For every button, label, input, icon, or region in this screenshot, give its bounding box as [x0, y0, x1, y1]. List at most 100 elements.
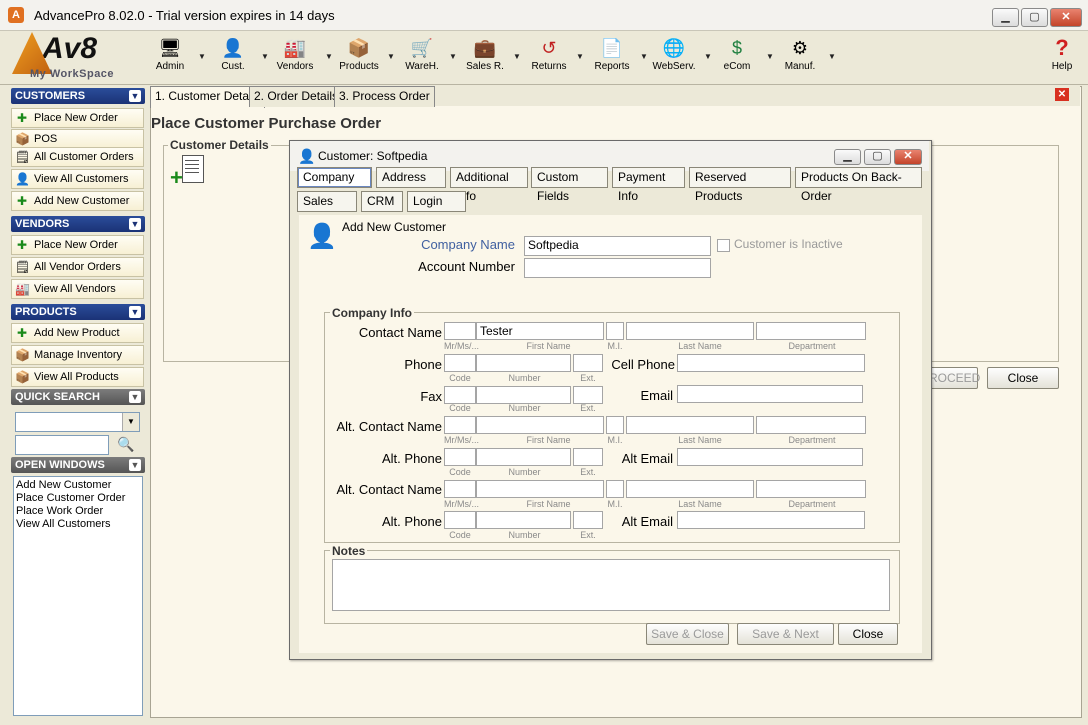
alt-contact-2-mi-field[interactable] [606, 480, 624, 498]
tab-additional-info[interactable]: Additional Info [450, 167, 528, 203]
dialog-close-text-button[interactable]: Close [838, 623, 898, 645]
alt-phone-2-number-field[interactable] [476, 511, 571, 529]
sidebar-all-vendor-orders[interactable]: 🗒 All Vendor Orders [11, 257, 144, 277]
toolbar-sales-reps[interactable]: 💼 Sales R. [459, 36, 511, 80]
products-section-header[interactable]: PRODUCTS ▼ [11, 304, 145, 320]
close-tab-icon[interactable]: ✕ [1055, 88, 1069, 101]
toolbar-warehouse-dropdown-icon[interactable]: ▼ [449, 52, 457, 61]
fax-code-field[interactable] [444, 386, 476, 404]
toolbar-vendors-dropdown-icon[interactable]: ▼ [325, 52, 333, 61]
tab-sales-goal[interactable]: Sales Goal [297, 191, 357, 227]
toolbar-sales-reps-dropdown-icon[interactable]: ▼ [513, 52, 521, 61]
toolbar-customers-dropdown-icon[interactable]: ▼ [261, 52, 269, 61]
contact-title-field[interactable] [444, 322, 476, 340]
tab-order-details[interactable]: 2. Order Details [249, 86, 344, 107]
toolbar-returns[interactable]: ↺ Returns [523, 36, 575, 80]
add-customer-icon[interactable]: + [170, 155, 206, 189]
notes-textarea[interactable] [332, 559, 890, 611]
alt-contact-first-name-field[interactable] [476, 416, 604, 434]
phone-number-field[interactable] [476, 354, 571, 372]
quick-search-input[interactable] [15, 435, 109, 455]
alt-contact-department-field[interactable] [756, 416, 866, 434]
dialog-maximize-button[interactable]: ▢ [864, 149, 891, 165]
toolbar-ecom[interactable]: $ eCom [711, 36, 763, 80]
alt-phone-number-field[interactable] [476, 448, 571, 466]
toolbar-returns-dropdown-icon[interactable]: ▼ [576, 52, 584, 61]
cell-phone-field[interactable] [677, 354, 865, 372]
tab-company-info[interactable]: Company Info [297, 167, 372, 203]
toolbar-manufacturing[interactable]: ⚙ Manuf. [774, 36, 826, 80]
save-next-button[interactable]: Save & Next [737, 623, 834, 645]
maximize-button[interactable]: ▢ [1021, 8, 1048, 27]
toolbar-reports-dropdown-icon[interactable]: ▼ [640, 52, 648, 61]
dialog-minimize-button[interactable]: ▁ [834, 149, 861, 165]
workspace-logo[interactable]: Av8 My WorkSpace [12, 32, 132, 82]
sidebar-pos[interactable]: 📦 POS [11, 129, 144, 149]
toolbar-ecom-dropdown-icon[interactable]: ▼ [766, 52, 774, 61]
tab-payment-info[interactable]: Payment Info [612, 167, 685, 203]
contact-mi-field[interactable] [606, 322, 624, 340]
alt-contact-2-first-name-field[interactable] [476, 480, 604, 498]
sidebar-add-new-customer[interactable]: ✚ Add New Customer [11, 191, 144, 211]
alt-email-2-field[interactable] [677, 511, 865, 529]
toolbar-products[interactable]: 📦 Products [333, 36, 385, 80]
alt-email-field[interactable] [677, 448, 863, 466]
sidebar-all-customer-orders[interactable]: 🗒 All Customer Orders [11, 147, 144, 167]
sidebar-manage-inventory[interactable]: 📦 Manage Inventory [11, 345, 144, 365]
sidebar-place-new-order[interactable]: ✚ Place New Order [11, 108, 144, 128]
tab-address-info[interactable]: Address Info [376, 167, 446, 203]
tab-products-on-back-order[interactable]: Products On Back-Order [795, 167, 922, 203]
alt-phone-code-field[interactable] [444, 448, 476, 466]
account-number-field[interactable] [524, 258, 711, 278]
toolbar-admin[interactable]: 🖥 Admin [144, 36, 196, 80]
sidebar-view-all-products[interactable]: 📦 View All Products [11, 367, 144, 387]
toolbar-web-services[interactable]: 🌐 WebServ. [648, 36, 700, 80]
close-window-button[interactable]: ✕ [1050, 8, 1082, 27]
toolbar-products-dropdown-icon[interactable]: ▼ [387, 52, 395, 61]
search-icon[interactable]: 🔍 [113, 434, 139, 454]
toolbar-reports[interactable]: 📄 Reports [586, 36, 638, 80]
contact-department-field[interactable] [756, 322, 866, 340]
fax-number-field[interactable] [476, 386, 571, 404]
sidebar-add-new-product[interactable]: ✚ Add New Product [11, 323, 144, 343]
tab-login-info[interactable]: Login Info [407, 191, 466, 227]
toolbar-admin-dropdown-icon[interactable]: ▼ [198, 52, 206, 61]
tab-crm[interactable]: CRM [361, 191, 403, 212]
tab-process-order[interactable]: 3. Process Order [334, 86, 435, 107]
dialog-close-button[interactable]: ✕ [894, 149, 922, 165]
open-window-item[interactable]: Place Customer Order [16, 492, 140, 505]
sidebar-vendor-place-new-order[interactable]: ✚ Place New Order [11, 235, 144, 255]
sidebar-view-all-vendors[interactable]: 🏭 View All Vendors [11, 279, 144, 299]
sidebar-view-all-customers[interactable]: 👤 View All Customers [11, 169, 144, 189]
phone-code-field[interactable] [444, 354, 476, 372]
alt-contact-2-last-name-field[interactable] [626, 480, 754, 498]
tab-custom-fields[interactable]: Custom Fields [531, 167, 608, 203]
contact-last-name-field[interactable] [626, 322, 754, 340]
open-window-item[interactable]: Add New Customer [16, 479, 140, 492]
company-name-field[interactable]: Softpedia [524, 236, 711, 256]
alt-contact-last-name-field[interactable] [626, 416, 754, 434]
email-field[interactable] [677, 385, 863, 403]
open-windows-header[interactable]: OPEN WINDOWS ▼ [11, 457, 145, 473]
contact-first-name-field[interactable]: Tester [476, 322, 604, 340]
open-window-item[interactable]: Place Work Order [16, 505, 140, 518]
minimize-button[interactable]: ▁ [992, 8, 1019, 27]
vendors-section-header[interactable]: VENDORS ▼ [11, 216, 145, 232]
alt-contact-title-field[interactable] [444, 416, 476, 434]
save-close-button[interactable]: Save & Close [646, 623, 729, 645]
customers-section-header[interactable]: CUSTOMERS ▼ [11, 88, 145, 104]
alt-contact-mi-field[interactable] [606, 416, 624, 434]
toolbar-warehouse[interactable]: 🛒 WareH. [396, 36, 448, 80]
alt-contact-2-department-field[interactable] [756, 480, 866, 498]
alt-phone-2-code-field[interactable] [444, 511, 476, 529]
close-button[interactable]: Close [987, 367, 1059, 389]
tab-reserved-products[interactable]: Reserved Products [689, 167, 791, 203]
toolbar-vendors[interactable]: 🏭 Vendors [269, 36, 321, 80]
customer-inactive-checkbox[interactable] [717, 239, 730, 252]
toolbar-help[interactable]: ? Help [1036, 36, 1088, 80]
quick-search-header[interactable]: QUICK SEARCH ▼ [11, 389, 145, 405]
open-window-item[interactable]: View All Customers [16, 518, 140, 531]
toolbar-manufacturing-dropdown-icon[interactable]: ▼ [828, 52, 836, 61]
quick-search-type-select[interactable]: ▼ [15, 412, 140, 432]
toolbar-customers[interactable]: 👤 Cust. [207, 36, 259, 80]
